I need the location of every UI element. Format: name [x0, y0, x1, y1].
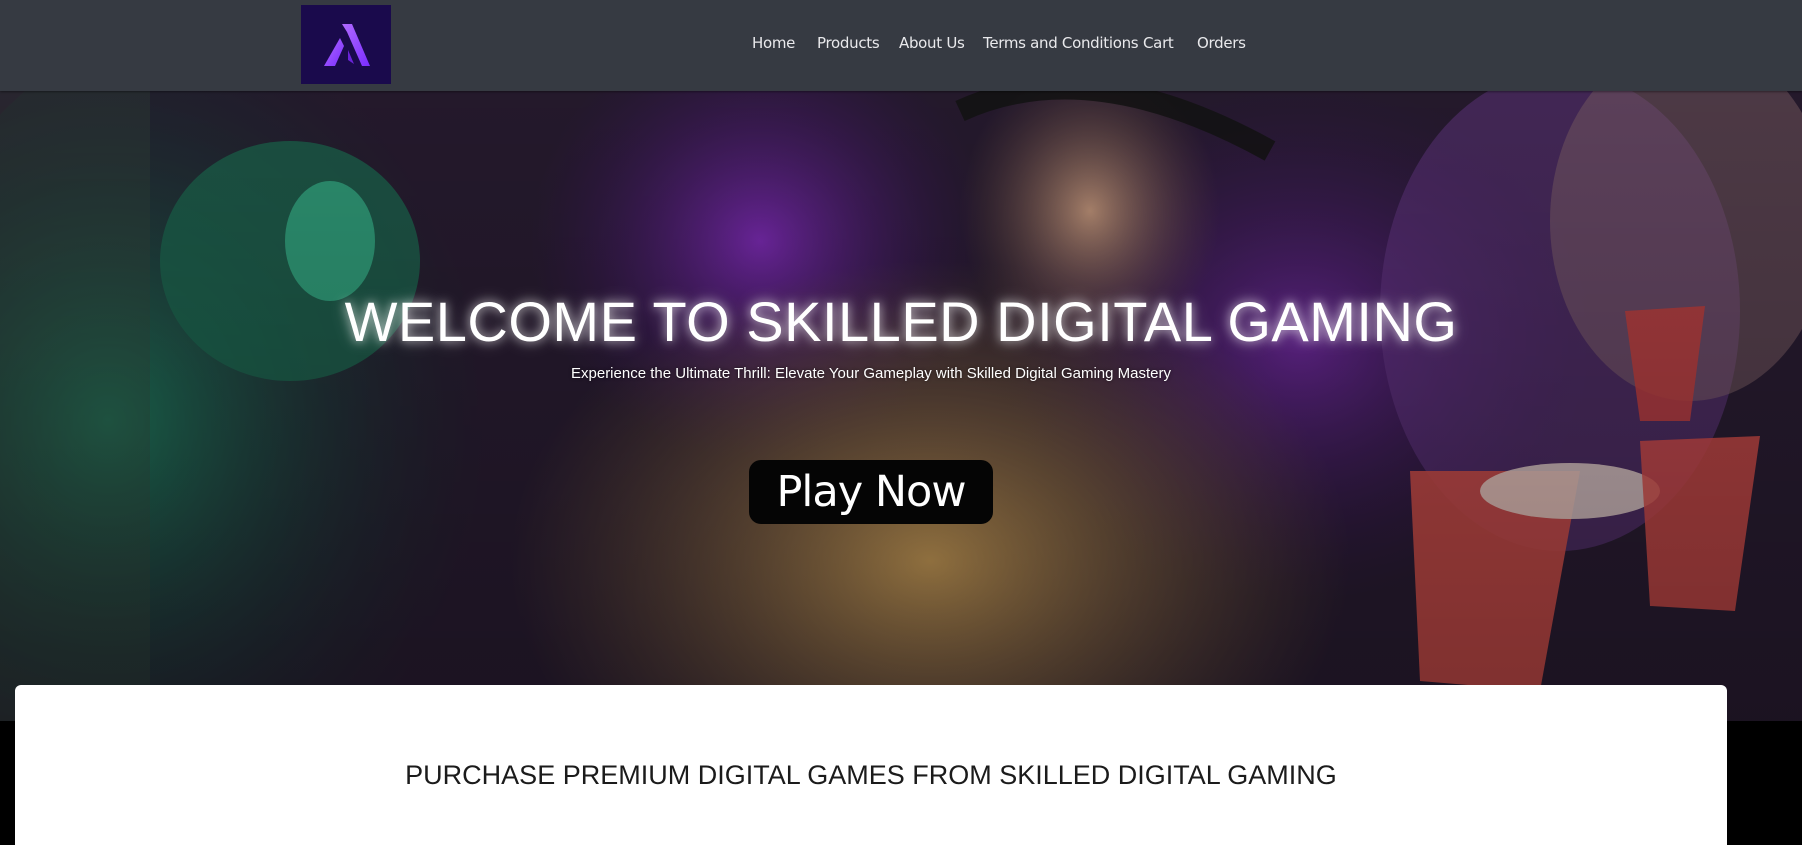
- nav-terms-and-conditions[interactable]: Terms and Conditions: [983, 34, 1139, 52]
- content-card: PURCHASE PREMIUM DIGITAL GAMES FROM SKIL…: [15, 685, 1727, 845]
- nav-orders[interactable]: Orders: [1197, 34, 1246, 52]
- site-header: Home Products About Us Terms and Conditi…: [0, 0, 1802, 91]
- section-title: PURCHASE PREMIUM DIGITAL GAMES FROM SKIL…: [405, 760, 1337, 790]
- nav-home[interactable]: Home: [752, 34, 795, 52]
- nav-cart[interactable]: Cart: [1143, 34, 1174, 52]
- hero-subtitle: Experience the Ultimate Thrill: Elevate …: [571, 365, 1171, 382]
- hero-title: WELCOME TO SKILLED DIGITAL GAMING: [344, 290, 1458, 353]
- hero-banner: WELCOME TO SKILLED DIGITAL GAMING Experi…: [0, 91, 1802, 721]
- nav-products[interactable]: Products: [817, 34, 880, 52]
- nav-about-us[interactable]: About Us: [899, 34, 965, 52]
- gamers-with-headsets-photo: [0, 91, 1802, 721]
- main-nav: Home Products About Us Terms and Conditi…: [0, 0, 1802, 88]
- play-now-button[interactable]: Play Now: [749, 460, 993, 524]
